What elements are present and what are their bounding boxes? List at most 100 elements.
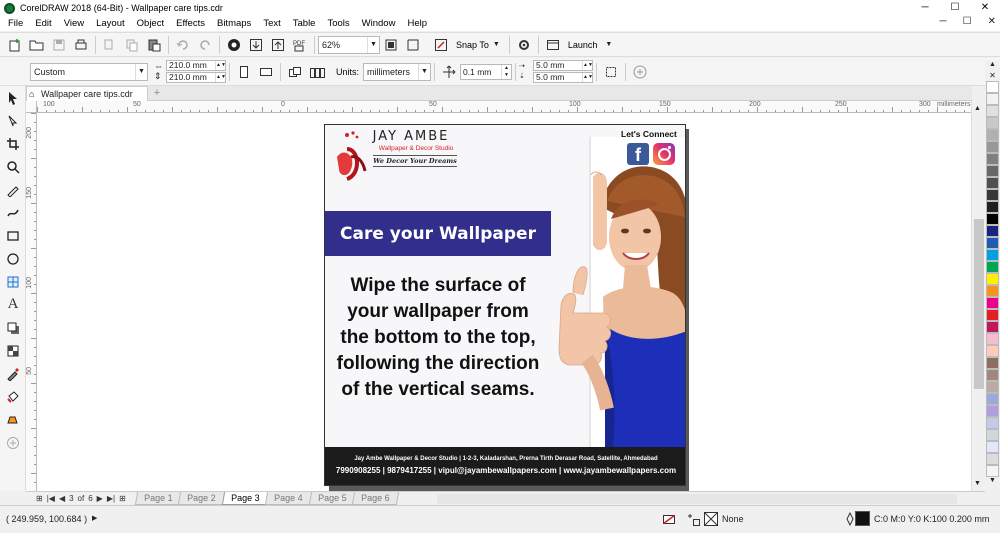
drop-shadow-tool-icon[interactable] xyxy=(0,316,26,339)
rectangle-tool-icon[interactable] xyxy=(0,224,26,247)
vertical-ruler[interactable]: 200 150 100 50 xyxy=(26,113,37,491)
full-screen-preview-icon[interactable] xyxy=(380,34,402,56)
maximize-button[interactable]: ☐ xyxy=(940,0,970,16)
color-swatch[interactable] xyxy=(986,309,999,321)
artistic-media-tool-icon[interactable] xyxy=(0,201,26,224)
color-swatch[interactable] xyxy=(986,189,999,201)
portrait-icon[interactable] xyxy=(233,61,255,83)
outline-pen-icon[interactable] xyxy=(845,511,855,528)
menu-layout[interactable]: Layout xyxy=(90,16,131,31)
scroll-down-icon[interactable]: ▼ xyxy=(974,480,981,487)
jay-ambe-logo-icon[interactable] xyxy=(333,131,373,181)
all-pages-icon[interactable] xyxy=(284,61,306,83)
menu-file[interactable]: File xyxy=(2,16,29,31)
color-eyedropper-icon[interactable] xyxy=(0,362,26,385)
duplicate-x-field[interactable]: 5.0 mm ▲▼ xyxy=(533,60,594,71)
palette-scroll-down-icon[interactable]: ▼ xyxy=(985,477,1000,487)
brand-name[interactable]: JAY AMBE xyxy=(369,129,453,144)
home-icon[interactable]: ⌂ xyxy=(29,89,34,99)
woman-thumbs-up-photo[interactable] xyxy=(547,137,686,447)
color-swatch[interactable] xyxy=(986,93,999,105)
add-page-icon[interactable]: ⊞ xyxy=(117,494,128,503)
menu-edit[interactable]: Edit xyxy=(29,16,57,31)
nudge-distance-field[interactable]: 0.1 mm ▲ ▼ xyxy=(460,63,513,80)
current-page-number[interactable]: 3 xyxy=(67,494,75,503)
smart-fill-icon[interactable] xyxy=(0,408,26,431)
outline-color-swatch[interactable] xyxy=(855,511,870,526)
shape-tool-icon[interactable] xyxy=(0,109,26,132)
publish-pdf-icon[interactable]: PDF xyxy=(289,34,311,56)
care-instructions-text[interactable]: Wipe the surface of your wallpaper from … xyxy=(331,273,545,403)
duplicate-y-field[interactable]: 5.0 mm ▲▼ xyxy=(533,72,594,83)
lets-connect-label[interactable]: Let's Connect xyxy=(621,129,677,139)
doc-close-button[interactable]: ✕ xyxy=(988,16,996,27)
new-document-icon[interactable] xyxy=(4,34,26,56)
page-tab-3[interactable]: Page 3 xyxy=(221,492,269,505)
scrollbar-thumb[interactable] xyxy=(974,219,984,389)
color-swatch[interactable] xyxy=(986,81,999,93)
color-swatch[interactable] xyxy=(986,465,999,477)
save-icon[interactable] xyxy=(48,34,70,56)
fill-color-icon[interactable] xyxy=(662,512,676,528)
color-swatch[interactable] xyxy=(986,297,999,309)
page-height-field[interactable]: 210.0 mm ▲▼ xyxy=(166,72,226,83)
color-swatch[interactable] xyxy=(986,441,999,453)
color-swatch[interactable] xyxy=(986,345,999,357)
text-tool-icon[interactable]: A xyxy=(0,293,26,316)
color-swatch[interactable] xyxy=(986,129,999,141)
no-color-swatch-icon[interactable]: ✕ xyxy=(985,71,1000,81)
ruler-origin[interactable] xyxy=(26,101,37,113)
color-swatch[interactable] xyxy=(986,333,999,345)
fill-swatch-icon[interactable] xyxy=(686,512,700,528)
ellipse-tool-icon[interactable] xyxy=(0,247,26,270)
poster-page[interactable]: JAY AMBE Wallpaper & Decor Studio We Dec… xyxy=(324,124,686,486)
options-gear-icon[interactable] xyxy=(513,34,535,56)
launch-button[interactable]: Launch xyxy=(564,40,602,50)
scroll-up-icon[interactable]: ▲ xyxy=(974,105,981,112)
search-content-icon[interactable] xyxy=(223,34,245,56)
color-swatch[interactable] xyxy=(986,105,999,117)
horizontal-scrollbar[interactable] xyxy=(437,494,957,504)
document-tab[interactable]: ⌂ Wallpaper care tips.cdr xyxy=(26,86,148,101)
color-swatch[interactable] xyxy=(986,285,999,297)
pick-tool-icon[interactable] xyxy=(0,86,26,109)
facebook-icon[interactable]: f xyxy=(627,143,649,165)
minimize-button[interactable]: ─ xyxy=(910,0,940,16)
copy-icon[interactable] xyxy=(121,34,143,56)
brand-tagline[interactable]: We Decor Your Dreams xyxy=(373,155,457,167)
instagram-icon[interactable] xyxy=(653,143,675,165)
menu-help[interactable]: Help xyxy=(401,16,433,31)
interactive-fill-icon[interactable] xyxy=(0,385,26,408)
menu-object[interactable]: Object xyxy=(131,16,170,31)
color-swatch[interactable] xyxy=(986,429,999,441)
menu-window[interactable]: Window xyxy=(356,16,402,31)
units-combo[interactable]: millimeters ▼ xyxy=(363,62,432,81)
color-swatch[interactable] xyxy=(986,357,999,369)
close-button[interactable]: ✕ xyxy=(970,0,1000,16)
first-page-button[interactable]: |◀ xyxy=(45,494,57,503)
color-swatch[interactable] xyxy=(986,153,999,165)
menu-tools[interactable]: Tools xyxy=(321,16,355,31)
add-tool-icon[interactable] xyxy=(0,431,26,454)
print-icon[interactable] xyxy=(70,34,92,56)
page-tab-6[interactable]: Page 6 xyxy=(352,492,400,505)
color-swatch[interactable] xyxy=(986,201,999,213)
color-swatch[interactable] xyxy=(986,249,999,261)
color-swatch[interactable] xyxy=(986,213,999,225)
page-size-combo[interactable]: Custom ▼ xyxy=(30,62,148,81)
launch-icon[interactable] xyxy=(542,34,564,56)
current-page-icon[interactable] xyxy=(306,61,328,83)
crop-tool-icon[interactable] xyxy=(0,132,26,155)
color-swatch[interactable] xyxy=(986,453,999,465)
color-swatch[interactable] xyxy=(986,405,999,417)
first-page-icon[interactable]: ⊞ xyxy=(34,494,45,503)
status-expand-icon[interactable]: ▶ xyxy=(92,514,97,522)
show-rulers-icon[interactable] xyxy=(402,34,424,56)
page-tab-2[interactable]: Page 2 xyxy=(178,492,225,505)
zoom-tool-icon[interactable] xyxy=(0,155,26,178)
color-swatch[interactable] xyxy=(986,117,999,129)
freehand-tool-icon[interactable] xyxy=(0,178,26,201)
color-swatch[interactable] xyxy=(986,165,999,177)
new-tab-button[interactable]: + xyxy=(148,86,166,101)
palette-scroll-up-icon[interactable]: ▲ xyxy=(985,61,1000,71)
